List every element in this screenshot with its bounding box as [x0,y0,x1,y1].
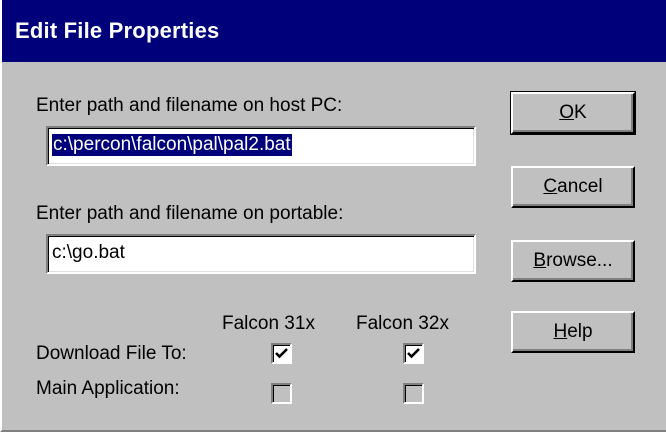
help-button-label: elp [567,321,593,342]
cancel-button[interactable]: Cancel [511,166,635,208]
dialog-title: Edit File Properties [15,18,220,43]
browse-button-mnemonic: B [533,250,547,271]
browse-button[interactable]: Browse... [511,240,635,282]
download-file-to-label: Download File To: [36,343,187,364]
main-app-falcon-31x-checkbox[interactable] [271,383,292,404]
ok-button-mnemonic: O [559,102,575,123]
checkmark-icon [275,348,288,359]
edit-file-properties-dialog: Edit File Properties Enter path and file… [0,0,666,432]
main-application-label: Main Application: [36,378,180,399]
host-path-label: Enter path and filename on host PC: [36,95,343,116]
help-button[interactable]: Help [511,311,635,353]
title-bar[interactable]: Edit File Properties [2,0,666,62]
host-path-input[interactable]: c:\percon\falcon\pal\pal2.bat [46,126,476,166]
host-path-value: c:\percon\falcon\pal\pal2.bat [52,134,292,156]
checkmark-icon [407,348,420,359]
portable-path-label: Enter path and filename on portable: [36,203,344,224]
portable-path-input[interactable]: c:\go.bat [46,234,476,274]
cancel-button-mnemonic: C [543,176,558,197]
help-button-mnemonic: H [553,321,568,342]
column-header-falcon-32x: Falcon 32x [356,313,449,334]
download-falcon-31x-checkbox[interactable] [271,343,292,364]
cancel-button-label: ancel [557,176,603,197]
ok-button-label: K [574,102,587,123]
main-app-falcon-32x-checkbox[interactable] [403,383,424,404]
browse-button-label: rowse... [546,250,613,271]
portable-path-value: c:\go.bat [52,242,125,263]
column-header-falcon-31x: Falcon 31x [222,313,315,334]
download-falcon-32x-checkbox[interactable] [403,343,424,364]
ok-button[interactable]: OK [510,91,636,135]
